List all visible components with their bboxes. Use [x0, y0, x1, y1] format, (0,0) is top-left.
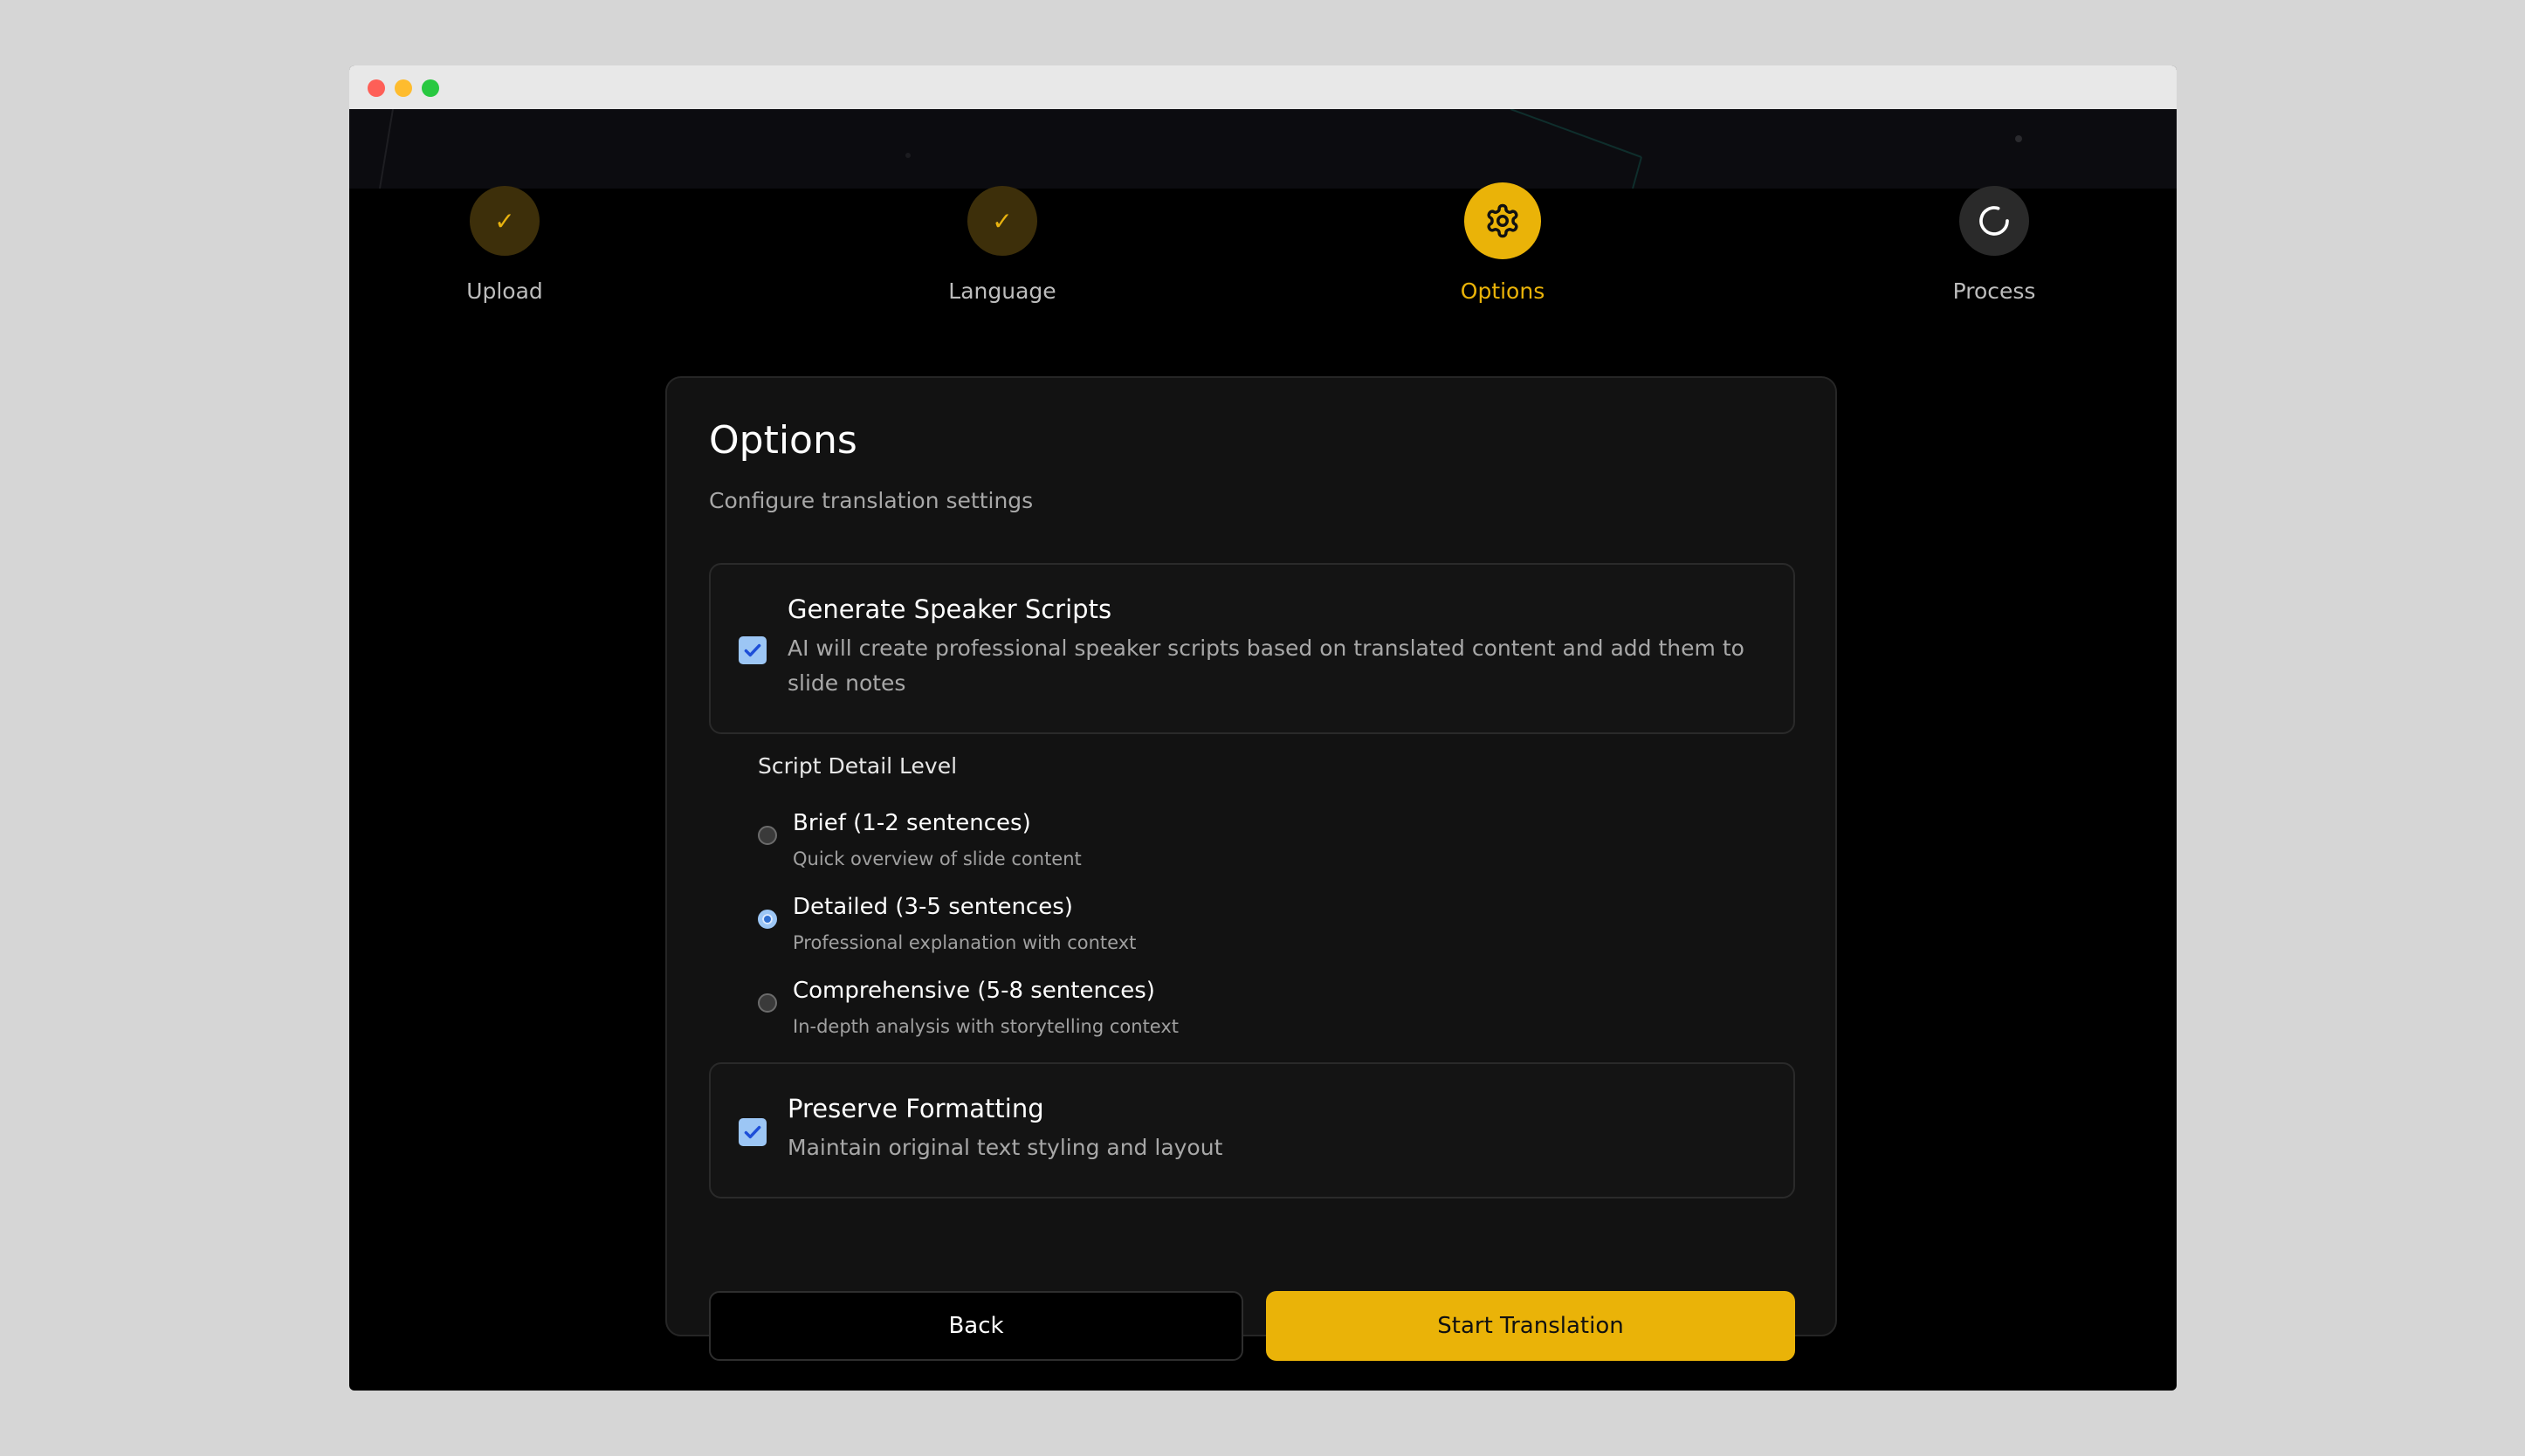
- check-icon: ✓: [494, 206, 515, 236]
- step-options-circle: [1464, 182, 1541, 259]
- start-translation-button[interactable]: Start Translation: [1266, 1291, 1795, 1361]
- spinner-icon: [1979, 206, 2009, 236]
- checkmark-icon: [744, 643, 761, 657]
- back-button[interactable]: Back: [709, 1291, 1243, 1361]
- speaker-scripts-title: Generate Speaker Scripts: [788, 594, 1112, 624]
- close-window-button[interactable]: [368, 79, 385, 97]
- preserve-formatting-title: Preserve Formatting: [788, 1094, 1044, 1123]
- detailed-description: Professional explanation with context: [793, 932, 1137, 953]
- comprehensive-radio[interactable]: [758, 993, 777, 1013]
- comprehensive-title: Comprehensive (5-8 sentences): [793, 978, 1155, 1004]
- speaker-scripts-checkbox[interactable]: [739, 636, 767, 664]
- card-subtitle: Configure translation settings: [709, 488, 1034, 513]
- step-language-label: Language: [948, 278, 1056, 304]
- gear-icon: [1487, 203, 1518, 238]
- maximize-window-button[interactable]: [422, 79, 439, 97]
- detailed-radio[interactable]: [758, 910, 777, 929]
- brief-title: Brief (1-2 sentences): [793, 810, 1031, 836]
- window-titlebar: [349, 65, 2177, 109]
- step-options[interactable]: Options: [1389, 182, 1616, 304]
- step-options-label: Options: [1460, 278, 1545, 304]
- speaker-scripts-option[interactable]: Generate Speaker Scripts AI will create …: [709, 563, 1795, 734]
- minimize-window-button[interactable]: [395, 79, 412, 97]
- preserve-formatting-description: Maintain original text styling and layou…: [788, 1135, 1223, 1160]
- step-upload-circle: ✓: [470, 186, 540, 256]
- step-upload-label: Upload: [466, 278, 543, 304]
- comprehensive-description: In-depth analysis with storytelling cont…: [793, 1016, 1180, 1037]
- card-title: Options: [709, 418, 857, 463]
- step-process[interactable]: Process: [1881, 186, 2108, 304]
- detailed-title: Detailed (3-5 sentences): [793, 894, 1073, 920]
- step-language[interactable]: ✓ Language: [889, 186, 1116, 304]
- step-process-circle: [1959, 186, 2029, 256]
- browser-window: ✓ Upload ✓ Language Options Process Opti…: [349, 65, 2177, 1391]
- preserve-formatting-option[interactable]: Preserve Formatting Maintain original te…: [709, 1062, 1795, 1198]
- script-detail-heading: Script Detail Level: [758, 753, 958, 779]
- checkmark-icon: [744, 1125, 761, 1139]
- background-lines-graphic: [379, 108, 2022, 189]
- speaker-scripts-description: AI will create professional speaker scri…: [788, 635, 1744, 696]
- step-language-circle: ✓: [967, 186, 1037, 256]
- brief-radio[interactable]: [758, 826, 777, 845]
- step-process-label: Process: [1952, 278, 2036, 304]
- check-icon: ✓: [992, 206, 1013, 236]
- options-card: Options Configure translation settings G…: [665, 376, 1837, 1361]
- step-upload[interactable]: ✓ Upload: [391, 186, 618, 304]
- brief-description: Quick overview of slide content: [793, 848, 1082, 869]
- background-decoration: [349, 108, 2177, 189]
- preserve-formatting-checkbox[interactable]: [739, 1118, 767, 1146]
